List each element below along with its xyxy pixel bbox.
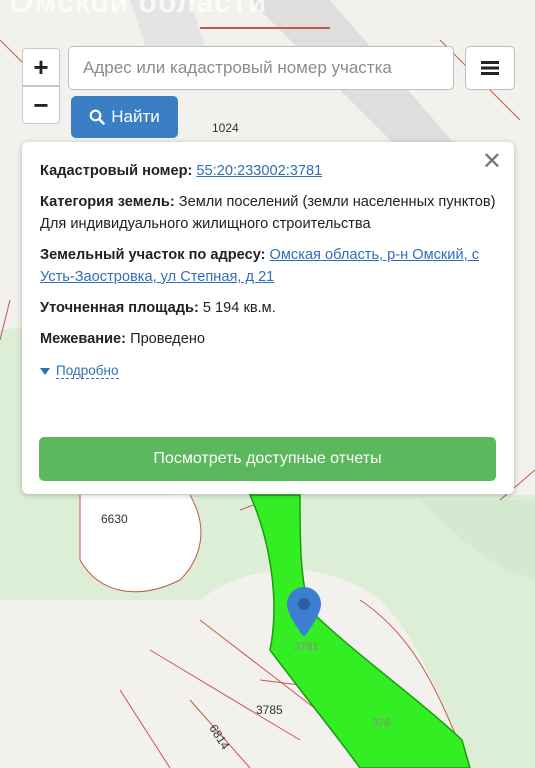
land-category-row: Категория земель: Земли поселений (земли… <box>40 191 496 235</box>
zoom-out-button[interactable]: − <box>22 86 60 124</box>
map-pin-icon[interactable] <box>287 587 321 637</box>
find-button-label: Найти <box>111 107 160 126</box>
land-category-label: Категория земель: <box>40 194 175 210</box>
survey-label: Межевание: <box>40 331 127 347</box>
cadastral-number-label: Кадастровый номер: <box>40 163 193 179</box>
page-title: Омской области <box>10 0 268 19</box>
cadastral-number-row: Кадастровый номер: 55:20:233002:3781 <box>40 160 496 182</box>
parcel-label: 3785 <box>256 703 283 717</box>
view-reports-button[interactable]: Посмотреть доступные отчеты <box>39 437 496 481</box>
more-details-label: Подробно <box>56 363 119 379</box>
search-icon <box>89 109 106 125</box>
search-input[interactable] <box>68 46 454 90</box>
land-category-value: Земли поселений (земли населенных пункто… <box>178 194 496 210</box>
zoom-in-button[interactable]: + <box>22 48 60 86</box>
cadastral-number-link[interactable]: 55:20:233002:3781 <box>196 163 322 179</box>
parcel-label: 378 <box>372 717 391 729</box>
caret-down-icon <box>40 367 50 375</box>
more-details-link[interactable]: Подробно <box>40 363 119 379</box>
area-value: 5 194 кв.м. <box>202 300 276 316</box>
area-row: Уточненная площадь: 5 194 кв.м. <box>40 297 496 319</box>
parcel-info-popup: ✕ Кадастровый номер: 55:20:233002:3781 К… <box>22 142 514 494</box>
hamburger-menu-icon <box>481 61 499 75</box>
survey-row: Межевание: Проведено <box>40 328 496 350</box>
land-usage-value: Для индивидуального жилищного строительс… <box>40 216 371 232</box>
address-label: Земельный участок по адресу: <box>40 247 266 263</box>
menu-button[interactable] <box>465 46 515 90</box>
parcel-label: 3781 <box>294 641 319 653</box>
parcel-label: 1024 <box>212 121 239 135</box>
survey-value: Проведено <box>130 331 205 347</box>
parcel-label: 6630 <box>101 512 128 526</box>
find-button[interactable]: Найти <box>71 96 178 138</box>
close-icon[interactable]: ✕ <box>482 150 502 174</box>
address-row: Земельный участок по адресу: Омская обла… <box>40 244 496 288</box>
area-label: Уточненная площадь: <box>40 300 199 316</box>
